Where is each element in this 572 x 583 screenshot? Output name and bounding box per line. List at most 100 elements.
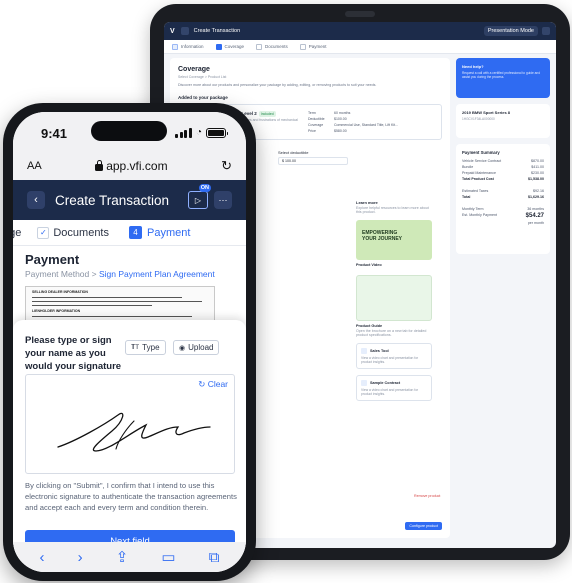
clear-signature-button[interactable]: ↻ Clear xyxy=(198,379,228,390)
presentation-mode-button[interactable]: Presentation Mode xyxy=(483,26,538,36)
vehicle-vin: 1HGCV1F34LA000000 xyxy=(462,117,495,121)
summary-value: $411.00 xyxy=(531,165,544,169)
doc-heading: SELLING DEALER INFORMATION xyxy=(32,290,88,294)
back-button[interactable]: ‹ xyxy=(27,191,45,209)
summary-key: Vehicle Service Contract xyxy=(462,159,502,163)
deductible-field: Select deductible $ 100.00 xyxy=(278,150,348,165)
breadcrumb-separator: > xyxy=(91,269,97,279)
step-label: Payment xyxy=(308,44,327,49)
bookmarks-icon[interactable]: ▭ xyxy=(161,548,175,566)
vehicle-box: 2019 BMW Sport Series 8 1HGCV1F34LA00000… xyxy=(456,104,550,138)
term-value: $100.00 xyxy=(334,117,347,121)
sales-tool-description: View a video chart and presentation for … xyxy=(361,356,419,364)
lock-icon xyxy=(95,159,104,171)
step-number-icon xyxy=(256,43,263,50)
doc-heading: LIENHOLDER INFORMATION xyxy=(32,309,81,313)
on-badge: ON xyxy=(198,184,211,192)
per-month-label: per month xyxy=(527,221,544,225)
summary-value: $230.00 xyxy=(531,171,544,175)
type-signature-button[interactable]: 𝐓T Type xyxy=(125,340,166,355)
cellular-signal-icon xyxy=(175,128,192,138)
app-header: ‹ Create Transaction ▷ ON ⋯ xyxy=(13,180,246,220)
product-guide-title[interactable]: Product Guide xyxy=(356,324,432,328)
term-key: Price xyxy=(308,129,316,133)
step-label: Coverage xyxy=(224,44,245,49)
summary-key: Bundle xyxy=(462,165,474,169)
tab-step-coverage[interactable]: Coverage xyxy=(215,43,245,50)
url-field[interactable]: app.vfi.com xyxy=(42,159,221,173)
need-help-title: Need help? xyxy=(462,64,484,69)
sales-tool-card[interactable]: Sales Tool View a video chart and presen… xyxy=(356,343,432,369)
summary-row: Estimated Taxes $92.16 xyxy=(462,189,544,193)
page-title: Payment xyxy=(25,252,80,267)
wifi-icon: ◔ xyxy=(195,127,202,138)
tab-step-documents[interactable]: Documents xyxy=(256,43,288,50)
upload-signature-button[interactable]: ◉ Upload xyxy=(173,340,220,355)
share-icon[interactable]: ⇪ xyxy=(116,548,129,566)
product-video-thumbnail[interactable]: EMPOWERING YOUR JOURNEY xyxy=(356,220,432,260)
need-help-box[interactable]: Need help? Request a call with a certifi… xyxy=(456,58,550,98)
reload-icon[interactable]: ↻ xyxy=(221,158,232,174)
sales-tool-icon xyxy=(361,348,367,354)
breadcrumb-payment-method[interactable]: Payment Method xyxy=(25,269,89,279)
browser-url-bar: AA app.vfi.com ↻ xyxy=(13,152,246,180)
deductible-select[interactable]: $ 100.00 xyxy=(278,157,348,165)
step-documents-label: Documents xyxy=(53,226,109,239)
summary-sidebar: Need help? Request a call with a certifi… xyxy=(456,58,550,538)
step-number-icon xyxy=(215,43,222,50)
term-value: 60 months xyxy=(334,111,351,115)
summary-row: Monthly Term 36 months xyxy=(462,207,544,211)
tablet-camera xyxy=(345,11,375,17)
battery-icon xyxy=(206,128,228,138)
coverage-breadcrumb: Select Coverage > Product List xyxy=(178,75,227,79)
signature-pad[interactable]: ↻ Clear xyxy=(25,374,235,474)
text-size-button[interactable]: AA xyxy=(27,160,42,172)
more-options-button[interactable]: ⋯ xyxy=(214,191,232,209)
remove-product-button[interactable]: Remove product xyxy=(414,494,440,498)
tab-step-information[interactable]: Information xyxy=(172,43,204,50)
sample-contract-card[interactable]: Sample Contract View a video chart and p… xyxy=(356,375,432,401)
check-icon: ✓ xyxy=(37,226,50,239)
step-documents[interactable]: ✓ Documents xyxy=(37,226,109,239)
phone-device: 9:41 ◔ AA app.vfi.com ↻ ‹ Create Transac… xyxy=(3,103,256,581)
summary-key: Total xyxy=(462,195,471,199)
monthly-payment-value: $54.27 xyxy=(525,213,544,219)
configure-product-button[interactable]: Configure product xyxy=(405,522,442,530)
payment-summary: Payment Summary Vehicle Service Contract… xyxy=(456,144,550,254)
status-time: 9:41 xyxy=(41,126,68,141)
tablet-more-button[interactable] xyxy=(542,27,550,35)
summary-row: Prepaid Maintenance $230.00 xyxy=(462,171,544,175)
learn-more-title: Learn more xyxy=(356,200,378,205)
step-number: 4 xyxy=(129,226,142,239)
summary-value: $92.16 xyxy=(533,189,544,193)
tab-step-payment[interactable]: Payment xyxy=(299,43,327,50)
signature-stroke xyxy=(57,412,211,452)
presentation-mode-toggle[interactable]: ▷ ON xyxy=(188,184,211,209)
text-type-icon: 𝐓T xyxy=(131,343,140,351)
stepper: age ✓ Documents 4 Payment xyxy=(13,220,246,246)
included-badge: Included xyxy=(258,111,276,117)
play-icon: ▷ xyxy=(194,195,202,205)
refresh-icon: ↻ xyxy=(198,379,206,389)
step-coverage[interactable]: age xyxy=(13,227,21,239)
term-key: Term xyxy=(308,111,316,115)
tablet-titlebar: V Create Transaction Presentation Mode xyxy=(164,22,556,40)
step-label: Documents xyxy=(265,44,288,49)
tabs-icon[interactable]: ⧉ xyxy=(209,549,220,566)
back-chevron-icon[interactable]: ‹ xyxy=(40,549,45,566)
product-guide-thumbnail[interactable] xyxy=(356,275,432,321)
summary-key: Est. Monthly Payment xyxy=(462,213,497,217)
summary-value: 36 months xyxy=(527,207,544,211)
upload-button-label: Upload xyxy=(188,343,214,352)
payment-summary-title: Payment Summary xyxy=(462,150,500,155)
browser-toolbar: ‹ › ⇪ ▭ ⧉ xyxy=(13,542,246,572)
term-key: Coverage xyxy=(308,123,324,127)
term-value: $580.00 xyxy=(334,129,347,133)
breadcrumb-current: Sign Payment Plan Agreement xyxy=(98,269,215,279)
step-payment[interactable]: 4 Payment xyxy=(129,226,190,239)
tablet-back-button[interactable] xyxy=(180,27,189,35)
forward-chevron-icon[interactable]: › xyxy=(78,549,83,566)
term-key: Deductible xyxy=(308,117,325,121)
tablet-stepper: Information Coverage Documents Payment xyxy=(164,40,556,54)
summary-key: Monthly Term xyxy=(462,207,484,211)
